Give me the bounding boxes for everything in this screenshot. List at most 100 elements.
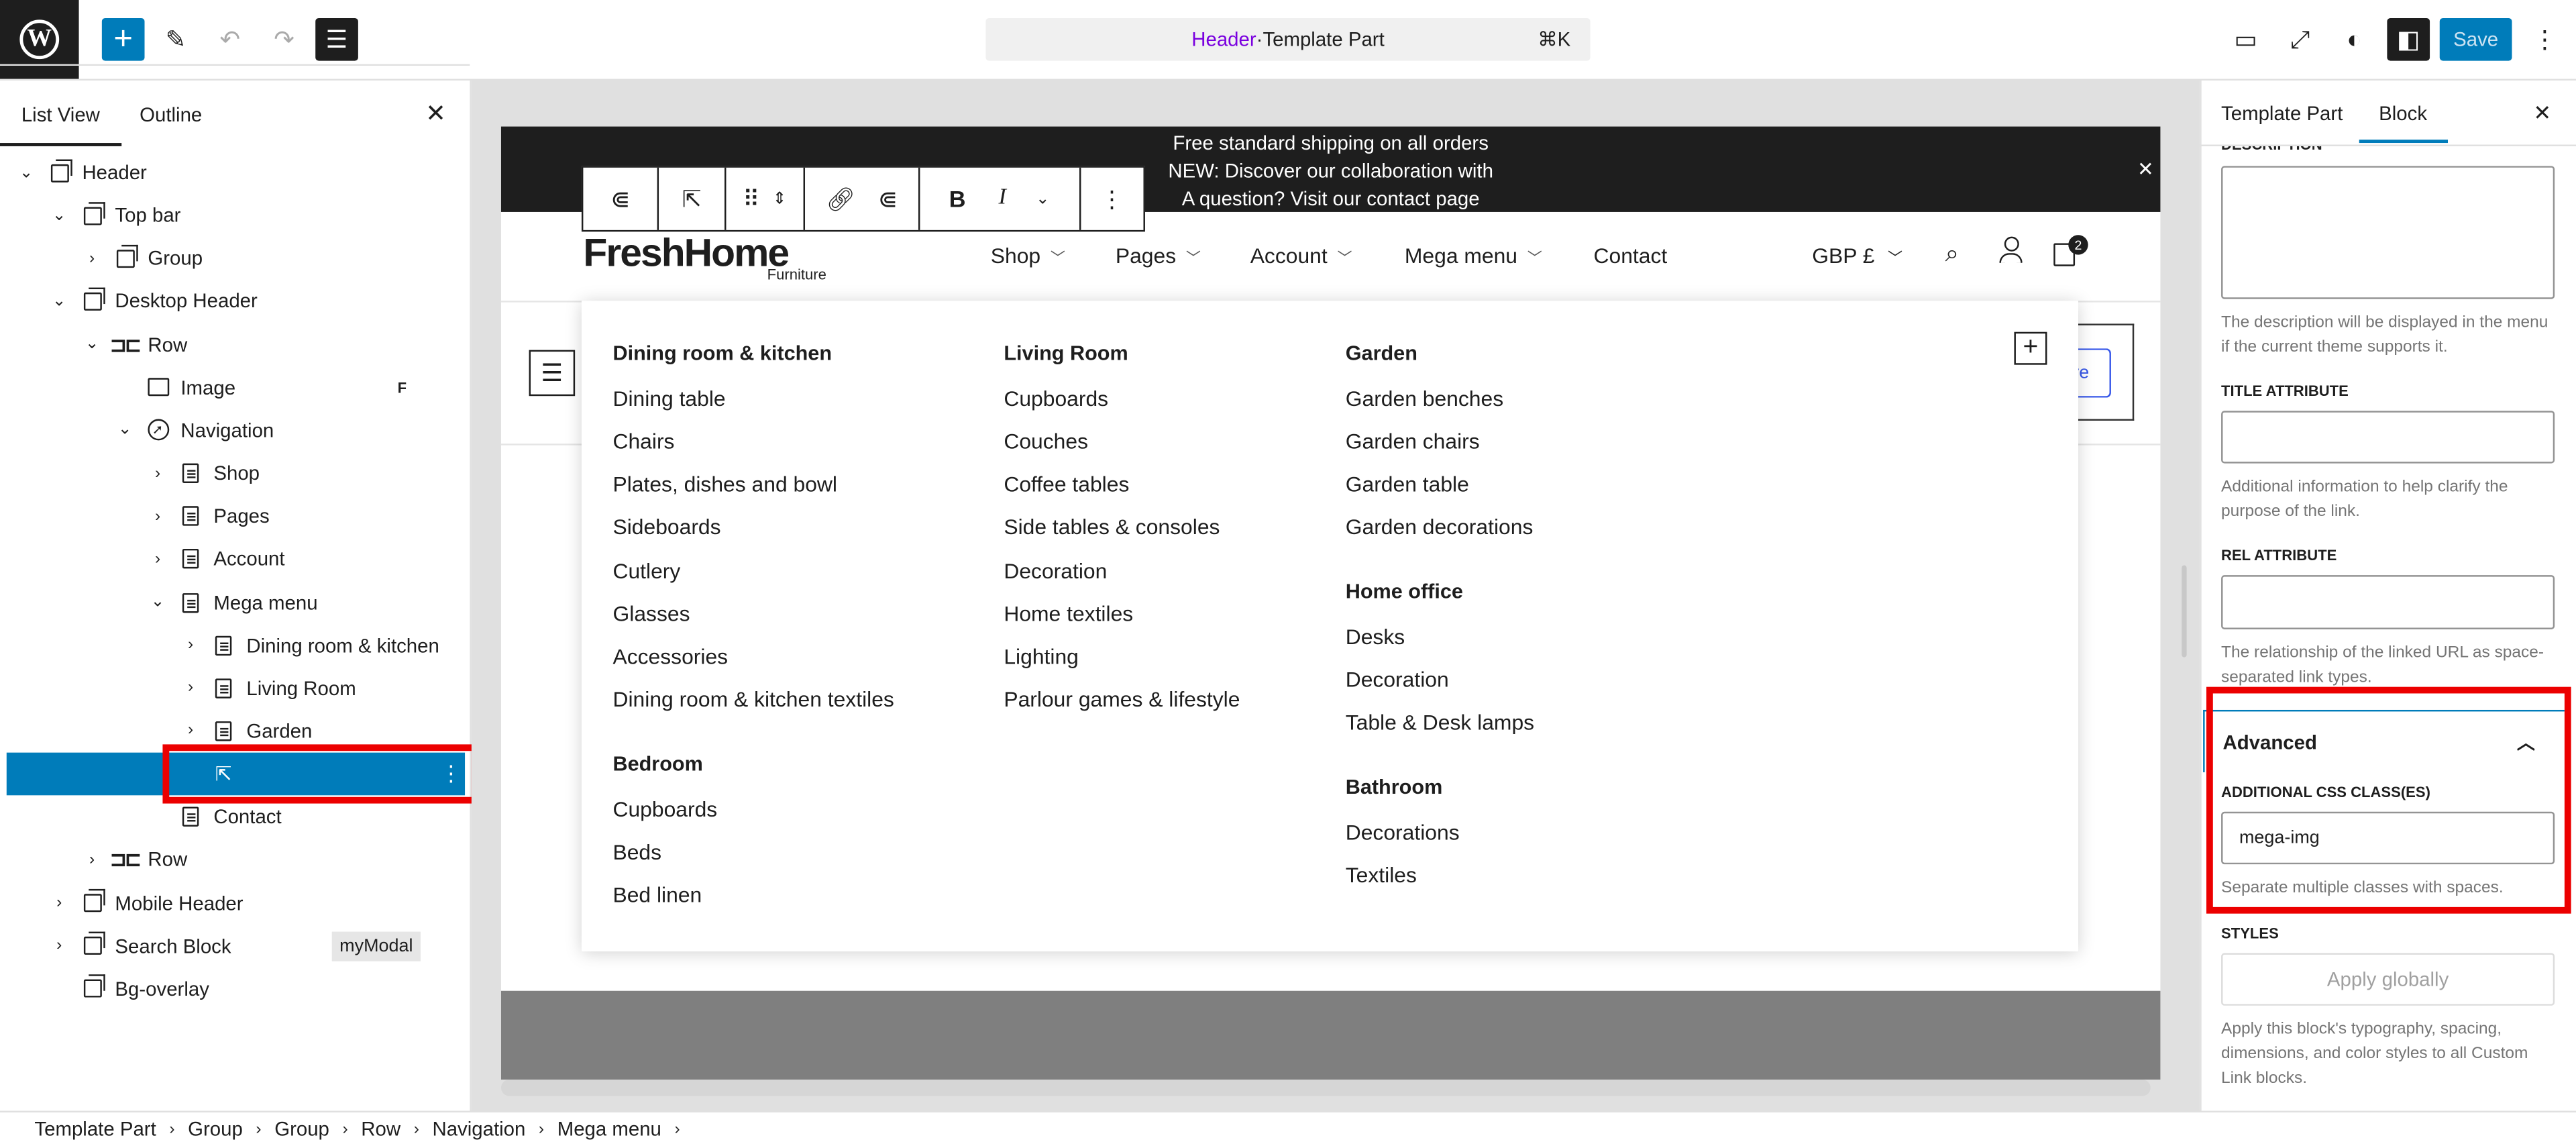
list-view-item[interactable]: ⌄ ➚ Navigation: [0, 409, 470, 452]
command-palette-bar[interactable]: Header · Template Part ⌘K: [985, 17, 1591, 61]
mega-menu-link[interactable]: Garden benches: [1346, 386, 1503, 411]
chevron-right-icon[interactable]: ›: [150, 507, 166, 525]
mega-menu-link[interactable]: Lighting: [1004, 643, 1079, 668]
mega-menu-link[interactable]: Coffee tables: [1004, 472, 1129, 497]
styles-button[interactable]: ◐: [2333, 18, 2376, 61]
tab-template-part[interactable]: Template Part: [2221, 102, 2343, 125]
close-announcement-icon[interactable]: ✕: [2137, 156, 2154, 185]
chevron-right-icon[interactable]: ›: [182, 636, 199, 654]
title-attribute-field[interactable]: [2221, 411, 2555, 464]
mega-menu-link[interactable]: Cupboards: [612, 796, 717, 821]
mega-menu-link[interactable]: Plates, dishes and bowl: [612, 472, 837, 497]
list-view-item[interactable]: ⌄ Desktop Header: [0, 280, 470, 323]
list-view-item[interactable]: › Account: [0, 538, 470, 581]
mega-menu-heading[interactable]: Living Room: [1004, 342, 1128, 364]
move-controls[interactable]: ⠿ ⇕: [726, 167, 806, 230]
list-view-item[interactable]: › Pages: [0, 495, 470, 538]
mega-menu-link[interactable]: Textiles: [1346, 863, 1417, 888]
apply-globally-button[interactable]: Apply globally: [2221, 953, 2555, 1006]
chevron-right-icon[interactable]: ›: [150, 464, 166, 482]
breadcrumb-item[interactable]: Group: [188, 1118, 243, 1141]
list-view-item[interactable]: › Mobile Header: [0, 882, 470, 925]
list-view-item[interactable]: Image F: [0, 366, 470, 409]
tab-outline[interactable]: Outline: [140, 103, 202, 126]
add-block-inline-button[interactable]: +: [2014, 331, 2047, 365]
mega-menu-link[interactable]: Garden chairs: [1346, 429, 1480, 454]
wordpress-logo-button[interactable]: W: [0, 0, 79, 79]
mega-menu-link[interactable]: Beds: [612, 839, 661, 864]
chevron-down-icon[interactable]: ⌄: [84, 335, 100, 354]
close-sidebar-icon[interactable]: ✕: [2533, 100, 2551, 126]
chevron-right-icon[interactable]: ›: [84, 851, 100, 869]
chevron-down-icon[interactable]: ⌄: [51, 293, 67, 311]
chevron-right-icon[interactable]: ›: [51, 894, 67, 912]
tools-button[interactable]: ✎: [154, 18, 197, 61]
nav-item[interactable]: Shop ﹀: [991, 243, 1065, 268]
site-logo[interactable]: FreshHome: [583, 231, 790, 278]
nav-item[interactable]: Pages ﹀: [1116, 243, 1201, 268]
nav-item[interactable]: Account ﹀: [1250, 243, 1352, 268]
mega-menu-link[interactable]: Table & Desk lamps: [1346, 711, 1534, 735]
mega-menu-heading[interactable]: Garden: [1346, 342, 1417, 364]
mega-menu-heading[interactable]: Home office: [1346, 580, 1463, 603]
canvas-horizontal-scrollbar[interactable]: [500, 1079, 2151, 1096]
list-view-item[interactable]: › Group: [0, 237, 470, 280]
settings-toggle-button[interactable]: ◧: [2387, 17, 2430, 61]
chevron-down-icon[interactable]: ⌄: [117, 421, 133, 439]
list-view-item[interactable]: › Living Room: [0, 667, 470, 710]
zoom-out-button[interactable]: ⤢: [2279, 18, 2322, 61]
redo-button[interactable]: ↷: [263, 18, 306, 61]
currency-selector[interactable]: GBP £ ﹀: [1812, 243, 1902, 268]
bold-icon[interactable]: B: [949, 186, 966, 212]
mega-menu-link[interactable]: Sideboards: [612, 515, 720, 539]
parent-block-button[interactable]: ⋐: [583, 167, 659, 230]
mega-menu-link[interactable]: Side tables & consoles: [1004, 515, 1220, 539]
chevron-right-icon[interactable]: ›: [84, 250, 100, 268]
mega-menu-link[interactable]: Garden decorations: [1346, 515, 1534, 539]
mega-menu-link[interactable]: Bed linen: [612, 882, 702, 907]
mega-menu-link[interactable]: Chairs: [612, 429, 674, 454]
mega-menu-heading[interactable]: Bathroom: [1346, 776, 1443, 798]
tab-list-view[interactable]: List View: [21, 103, 100, 126]
chevron-down-icon[interactable]: ⌄: [51, 207, 67, 225]
breadcrumb-item[interactable]: Navigation: [432, 1118, 525, 1141]
list-view-item[interactable]: ⌄ Top bar: [0, 194, 470, 237]
block-type-button[interactable]: ⇱: [659, 167, 726, 230]
chevron-right-icon[interactable]: ›: [182, 679, 199, 697]
menu-toggle-button[interactable]: ☰: [529, 350, 576, 397]
link-controls[interactable]: 🔗︎ ⋐: [805, 167, 920, 230]
list-view-item[interactable]: ⌄ ⊐⊏ Row: [0, 323, 470, 366]
description-textarea[interactable]: [2221, 166, 2555, 299]
search-icon[interactable]: ⌕: [1945, 240, 1960, 268]
italic-icon[interactable]: I: [999, 186, 1006, 212]
rel-attribute-field[interactable]: [2221, 575, 2555, 629]
list-view-item[interactable]: Contact: [0, 796, 470, 839]
list-view-item[interactable]: › Shop: [0, 452, 470, 495]
breadcrumb-item[interactable]: Template Part: [34, 1118, 156, 1141]
nav-item[interactable]: Contact: [1594, 243, 1668, 268]
mega-menu-link[interactable]: Parlour games & lifestyle: [1004, 686, 1240, 711]
list-view-item[interactable]: Bg-overlay: [0, 968, 470, 1010]
close-panel-icon[interactable]: ✕: [425, 99, 446, 128]
list-view-item[interactable]: › ⊐⊏ Row: [0, 839, 470, 882]
breadcrumb-item[interactable]: Row: [361, 1118, 400, 1141]
chevron-right-icon[interactable]: ›: [150, 550, 166, 568]
breadcrumb-item[interactable]: Group: [274, 1118, 329, 1141]
mega-menu-link[interactable]: Accessories: [612, 643, 728, 668]
breadcrumb-item[interactable]: Mega menu: [557, 1118, 661, 1141]
mega-menu-link[interactable]: Dining room & kitchen textiles: [612, 686, 894, 711]
format-controls[interactable]: B I ⌄: [920, 167, 1081, 230]
chevron-down-icon[interactable]: ⌄: [150, 593, 166, 611]
canvas-vertical-scrollbar[interactable]: [2182, 565, 2187, 658]
mega-menu-link[interactable]: Garden table: [1346, 472, 1469, 497]
add-block-button[interactable]: +: [101, 17, 145, 61]
list-view-item[interactable]: › Search Block myModal: [0, 925, 470, 968]
list-view-item[interactable]: › Dining room & kitchen: [0, 624, 470, 667]
mega-menu-link[interactable]: Cupboards: [1004, 386, 1108, 411]
undo-button[interactable]: ↶: [209, 18, 252, 61]
chevron-down-icon[interactable]: ⌄: [1036, 190, 1050, 208]
document-overview-button[interactable]: ☰: [315, 17, 358, 61]
mega-menu-link[interactable]: Dining table: [612, 386, 725, 411]
tab-block[interactable]: Block: [2379, 102, 2427, 125]
device-preview-button[interactable]: ▭: [2224, 18, 2267, 61]
